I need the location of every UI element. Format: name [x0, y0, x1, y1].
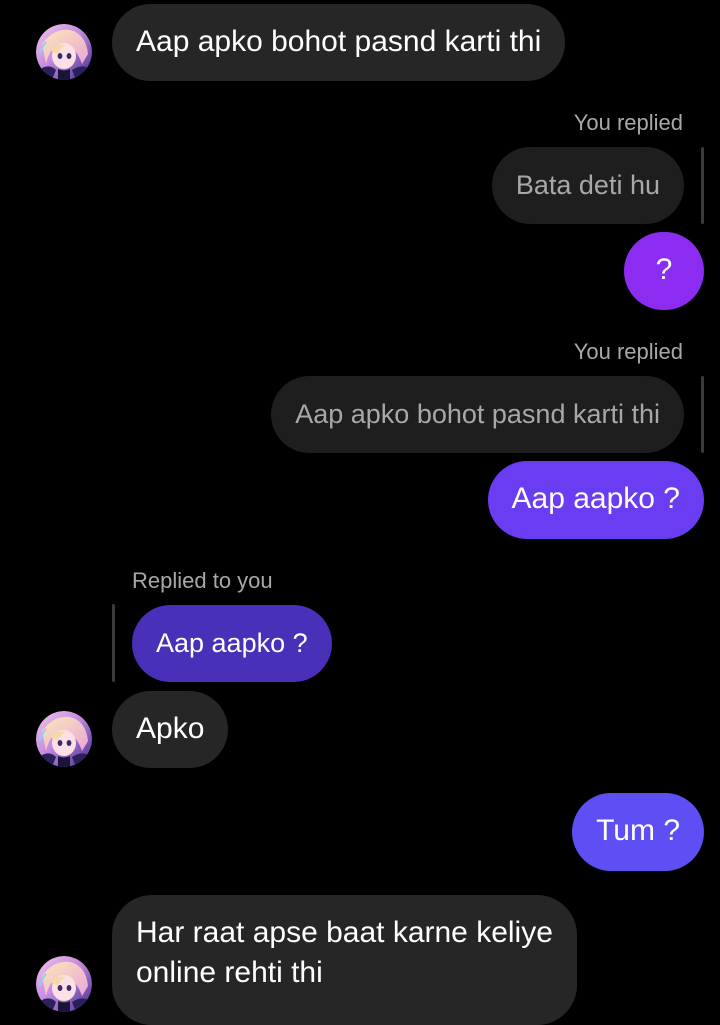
quoted-text: Aap aapko ? — [156, 628, 308, 658]
quoted-message-bubble[interactable]: Aap aapko ? — [132, 605, 332, 682]
message-text: Apko — [136, 712, 205, 745]
anime-girl-avatar-icon — [36, 711, 92, 767]
incoming-message-bubble[interactable]: Har raat apse baat karne keliye online r… — [112, 895, 577, 1025]
quoted-message-bubble[interactable]: Bata deti hu — [491, 147, 684, 224]
quoted-text: Aap apko bohot pasnd karti thi — [295, 399, 660, 429]
avatar[interactable] — [36, 711, 92, 767]
outgoing-message-bubble[interactable]: Tum ? — [572, 793, 704, 871]
reply-indicator-bar — [701, 147, 704, 224]
reply-label: You replied — [573, 339, 683, 364]
reply-label: Replied to you — [132, 568, 273, 593]
message-text: ? — [655, 253, 673, 286]
quoted-message-bubble[interactable]: Aap apko bohot pasnd karti thi — [271, 376, 684, 453]
outgoing-message-bubble[interactable]: ? — [624, 232, 704, 310]
reply-label: You replied — [573, 110, 683, 135]
reply-indicator-bar — [112, 604, 115, 682]
message-text-line: online rehti thi — [136, 956, 323, 989]
outgoing-message-bubble[interactable]: Aap aapko ? — [487, 461, 704, 539]
incoming-message-bubble[interactable]: Aap apko bohot pasnd karti thi — [112, 4, 566, 81]
quoted-text: Bata deti hu — [515, 170, 660, 200]
anime-girl-avatar-icon — [36, 956, 92, 1012]
incoming-message-bubble[interactable]: Apko — [112, 691, 229, 768]
avatar[interactable] — [36, 24, 92, 80]
anime-girl-avatar-icon — [36, 24, 92, 80]
reply-indicator-bar — [701, 376, 704, 453]
message-text: Aap apko bohot pasnd karti thi — [136, 25, 542, 58]
message-text: Tum ? — [596, 814, 680, 847]
avatar[interactable] — [36, 956, 92, 1012]
message-text-line: Har raat apse baat karne keliye — [136, 916, 553, 949]
message-text: Aap aapko ? — [511, 482, 680, 515]
